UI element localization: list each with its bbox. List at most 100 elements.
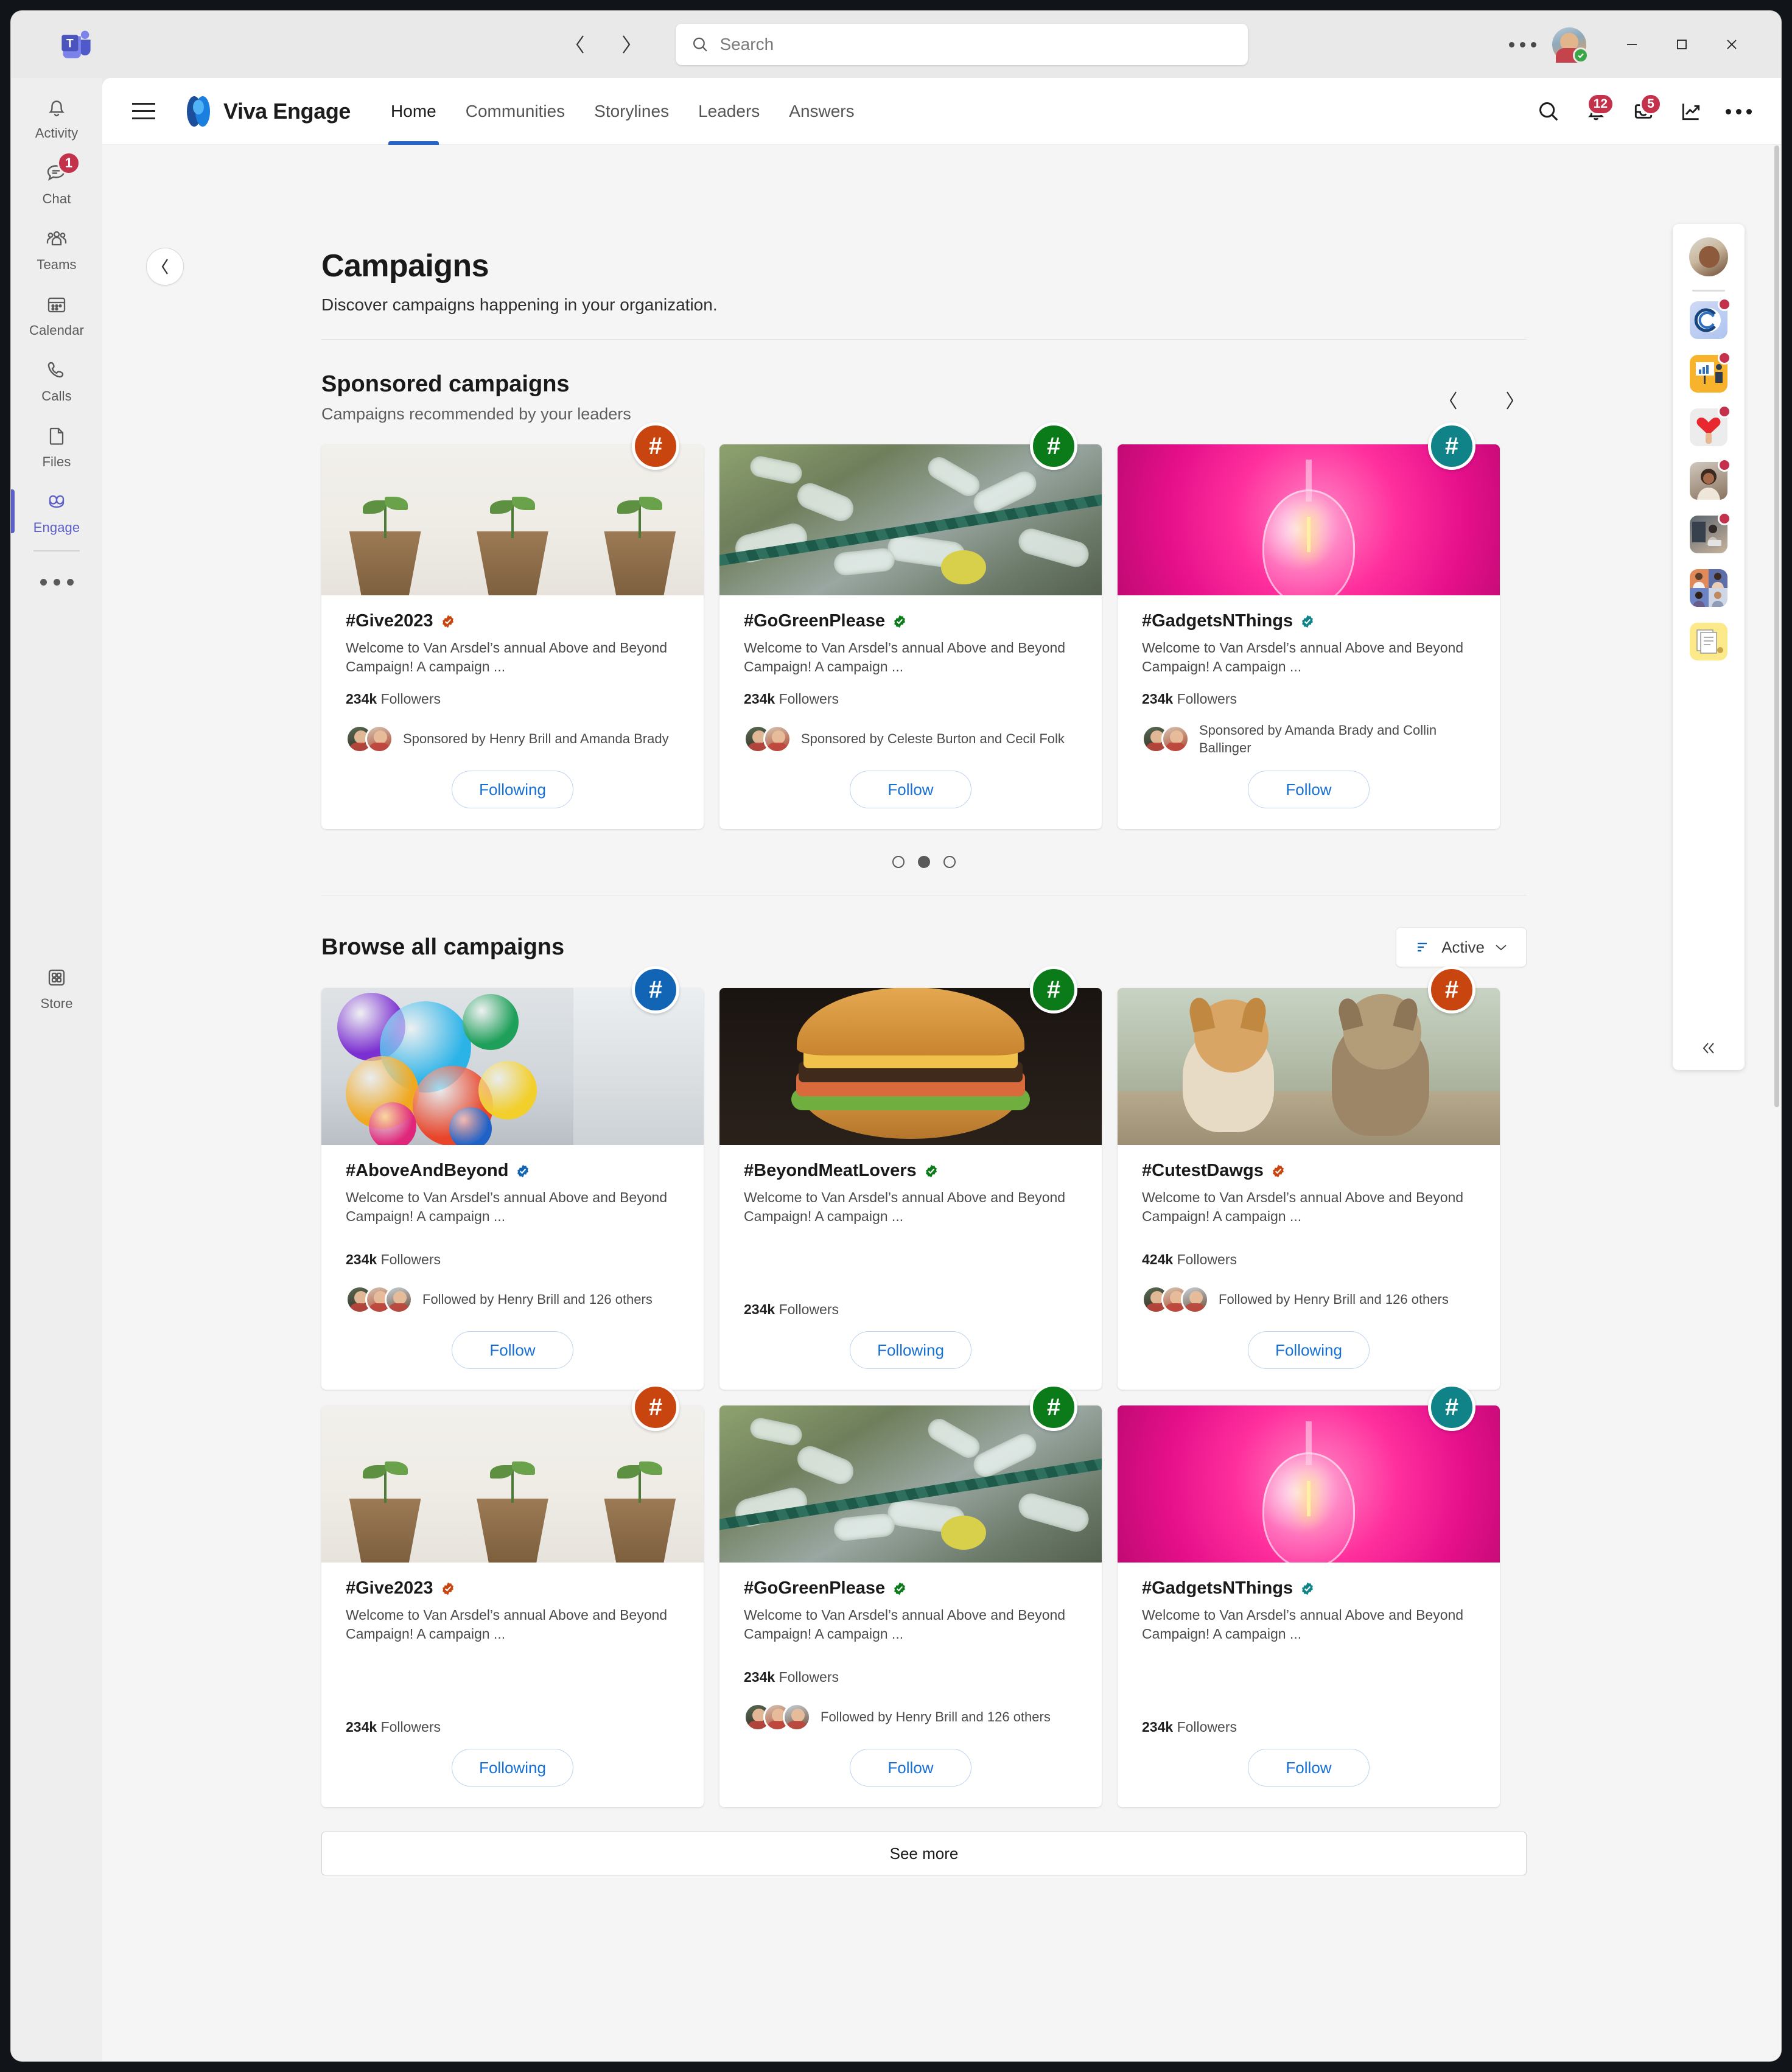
header-more-button[interactable]	[1717, 89, 1760, 133]
follow-button[interactable]: Follow	[850, 771, 971, 808]
forward-nav-button[interactable]	[614, 32, 639, 57]
rail-collapse-button[interactable]	[1673, 1040, 1745, 1057]
campaign-name: #AboveAndBeyond	[346, 1161, 509, 1180]
campaign-followers: 234k Followers	[1142, 1719, 1475, 1735]
follow-button[interactable]: Following	[1248, 1331, 1370, 1369]
content-column: Campaigns Discover campaigns happening i…	[321, 145, 1527, 1875]
global-search-box[interactable]	[676, 24, 1248, 65]
sidebar-item-calls[interactable]: Calls	[11, 347, 102, 413]
sidebar-item-calendar[interactable]: Calendar	[11, 281, 102, 347]
sidebar-item-label: Calendar	[29, 322, 85, 338]
filter-dropdown[interactable]: Active	[1396, 927, 1527, 967]
search-button[interactable]	[1527, 89, 1570, 133]
campaign-card[interactable]: # #AboveAndBeyond Welcome to Van Arsdel’…	[321, 966, 704, 1390]
inbox-button[interactable]: 5	[1622, 89, 1665, 133]
sidebar-item-chat[interactable]: 1 Chat	[11, 150, 102, 215]
verified-badge-icon	[442, 615, 453, 628]
sidebar-item-files[interactable]: Files	[11, 413, 102, 478]
app-tile-laptop-person[interactable]	[1690, 512, 1731, 553]
follow-button[interactable]: Following	[452, 771, 573, 808]
sidebar-item-activity[interactable]: Activity	[11, 84, 102, 150]
campaign-followers: 234k Followers	[744, 691, 1077, 707]
campaign-card-body: #BeyondMeatLovers Welcome to Van Arsdel’…	[719, 1145, 1102, 1318]
rail-divider	[1692, 290, 1725, 292]
close-button[interactable]	[1707, 26, 1757, 63]
campaign-card[interactable]: # #GoGreenPlease Welcome to Van Arsdel’s…	[719, 1384, 1102, 1807]
carousel-next-button[interactable]	[1493, 383, 1527, 418]
user-avatar[interactable]	[1552, 27, 1589, 63]
campaign-card[interactable]: # #CutestDawgs Welcome to Van Arsdel’s a…	[1118, 966, 1500, 1390]
campaign-hashtag-icon: #	[632, 966, 679, 1013]
carousel-dot-active[interactable]	[918, 856, 930, 868]
campaign-card[interactable]: # #GadgetsNThings Welcome to Van Arsdel’…	[1118, 422, 1500, 829]
calendar-icon	[44, 290, 69, 318]
brand[interactable]: Viva Engage	[184, 96, 351, 127]
page-back-button[interactable]	[146, 248, 184, 285]
tab-answers[interactable]: Answers	[774, 78, 869, 145]
campaign-hashtag-icon: #	[1428, 1384, 1475, 1431]
follow-button[interactable]: Follow	[850, 1749, 971, 1787]
tab-home[interactable]: Home	[376, 78, 451, 145]
app-badge	[1718, 405, 1731, 418]
app-tile-person[interactable]	[1690, 458, 1731, 500]
presence-available-icon	[1573, 47, 1589, 63]
follow-button[interactable]: Follow	[452, 1331, 573, 1369]
campaign-card-body: #GadgetsNThings Welcome to Van Arsdel’s …	[1118, 595, 1500, 757]
minimize-button[interactable]	[1607, 26, 1657, 63]
top-navigation: Home Communities Storylines Leaders Answ…	[376, 78, 869, 145]
tab-leaders[interactable]: Leaders	[684, 78, 774, 145]
follow-button[interactable]: Follow	[1248, 1749, 1370, 1787]
follow-button[interactable]: Following	[850, 1331, 971, 1369]
campaign-followers: 424k Followers	[1142, 1251, 1475, 1268]
maximize-button[interactable]	[1657, 26, 1707, 63]
rail-user-avatar[interactable]	[1689, 237, 1728, 276]
campaign-card[interactable]: # #GoGreenPlease Welcome to Van Arsdel’s…	[719, 422, 1102, 829]
campaign-follow-wrap: Follow	[1118, 757, 1500, 829]
campaign-card[interactable]: # #Give2023 Welcome to Van Arsdel’s annu…	[321, 422, 704, 829]
app-tile-copilot[interactable]	[1690, 298, 1731, 339]
see-more-button[interactable]: See more	[321, 1832, 1527, 1875]
follow-button[interactable]: Follow	[1248, 771, 1370, 808]
sidebar-item-teams[interactable]: Teams	[11, 215, 102, 281]
app-tile-documents[interactable]	[1690, 623, 1727, 660]
app-tile-people-grid[interactable]	[1690, 569, 1727, 607]
chevron-down-icon	[1496, 945, 1507, 951]
campaign-hashtag-icon: #	[1030, 966, 1077, 1013]
back-nav-button[interactable]	[567, 32, 593, 57]
campaign-people-text: Followed by Henry Brill and 126 others	[422, 1292, 653, 1307]
section-title: Browse all campaigns	[321, 934, 565, 960]
campaign-card[interactable]: # #Give2023 Welcome to Van Arsdel’s annu…	[321, 1384, 704, 1807]
tab-storylines[interactable]: Storylines	[579, 78, 684, 145]
search-input[interactable]	[719, 35, 1232, 54]
campaign-description: Welcome to Van Arsdel’s annual Above and…	[346, 1607, 668, 1642]
app-tile-presentation[interactable]	[1690, 351, 1731, 393]
menu-icon[interactable]	[127, 94, 161, 128]
campaign-follow-wrap: Follow	[321, 1318, 704, 1390]
carousel-prev-button[interactable]	[1437, 383, 1471, 418]
follow-button[interactable]: Following	[452, 1749, 573, 1787]
analytics-button[interactable]	[1669, 89, 1713, 133]
filter-icon	[1418, 942, 1427, 952]
window-more-icon[interactable]	[1501, 26, 1544, 63]
campaign-card-body: #AboveAndBeyond Welcome to Van Arsdel’s …	[321, 1145, 704, 1318]
scrollbar-thumb[interactable]	[1774, 145, 1779, 1107]
sidebar-item-store[interactable]: Store	[11, 954, 102, 1020]
campaign-card[interactable]: # #BeyondMeatLovers Welcome to Van Arsde…	[719, 966, 1102, 1390]
app-tile-heart[interactable]	[1690, 405, 1731, 446]
tab-communities[interactable]: Communities	[451, 78, 579, 145]
notifications-button[interactable]: 12	[1574, 89, 1618, 133]
campaign-card-body: #CutestDawgs Welcome to Van Arsdel’s ann…	[1118, 1145, 1500, 1318]
documents-icon	[1696, 629, 1723, 654]
sidebar-item-label: Store	[40, 995, 73, 1011]
campaign-card[interactable]: # #GadgetsNThings Welcome to Van Arsdel’…	[1118, 1384, 1500, 1807]
followers-count: 234k	[346, 1251, 377, 1267]
verified-badge-icon	[1272, 1164, 1284, 1177]
vertical-scrollbar[interactable]	[1773, 145, 1781, 2061]
campaign-hashtag-icon: #	[1030, 1384, 1077, 1431]
sidebar-item-label: Files	[42, 453, 71, 469]
carousel-dot[interactable]	[943, 856, 956, 868]
carousel-dot[interactable]	[892, 856, 905, 868]
sidebar-item-engage[interactable]: Engage	[11, 478, 102, 544]
campaign-description: Welcome to Van Arsdel’s annual Above and…	[744, 640, 1066, 675]
rail-more-icon[interactable]	[11, 551, 102, 612]
